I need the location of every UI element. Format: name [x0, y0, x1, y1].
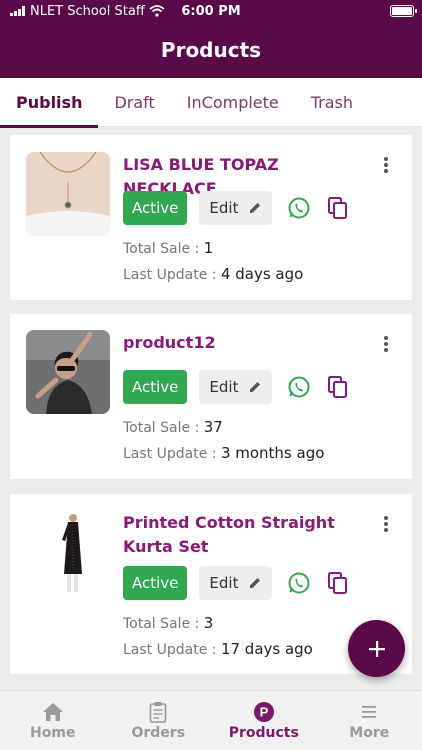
total-sale-value: 3 — [203, 614, 214, 632]
whatsapp-icon[interactable] — [287, 375, 311, 399]
total-sale-row: Total Sale : 1 — [123, 239, 213, 257]
product-card[interactable]: product12 Active Edit Total Sale : 37 La… — [10, 314, 412, 479]
pencil-icon — [250, 578, 261, 588]
product-card[interactable]: LISA BLUE TOPAZ NECKLACE Active Edit Tot… — [10, 135, 412, 300]
battery-icon — [390, 5, 417, 17]
add-product-button[interactable] — [348, 620, 405, 677]
total-sale-value: 37 — [203, 418, 223, 436]
carrier-name: NLET School Staff — [30, 3, 145, 19]
total-sale-label: Total Sale : — [123, 616, 200, 632]
svg-text:P: P — [259, 704, 268, 719]
home-icon — [41, 701, 65, 723]
edit-button[interactable]: Edit — [199, 191, 273, 225]
tab-publish[interactable]: Publish — [0, 78, 99, 128]
nav-products[interactable]: P Products — [211, 691, 317, 750]
copy-icon[interactable] — [327, 196, 349, 220]
total-sale-label: Total Sale : — [123, 241, 200, 257]
copy-icon[interactable] — [327, 375, 349, 399]
whatsapp-icon[interactable] — [287, 571, 311, 595]
product-thumbnail[interactable] — [26, 152, 110, 236]
product-name[interactable]: Printed Cotton Straight Kurta Set — [123, 511, 366, 559]
last-update-row: Last Update : 3 months ago — [123, 444, 324, 462]
status-active-button[interactable]: Active — [123, 566, 188, 600]
nav-home[interactable]: Home — [0, 691, 106, 750]
whatsapp-icon[interactable] — [287, 196, 311, 220]
nav-orders-label: Orders — [131, 724, 186, 741]
tab-incomplete[interactable]: InComplete — [171, 78, 295, 127]
total-sale-row: Total Sale : 37 — [123, 418, 223, 436]
signal-icon — [10, 6, 25, 16]
edit-button[interactable]: Edit — [199, 370, 273, 404]
nav-home-label: Home — [30, 724, 76, 741]
status-active-button[interactable]: Active — [123, 191, 188, 225]
page-title: Products — [160, 38, 262, 62]
wifi-icon — [149, 5, 165, 17]
app-bar: Products — [0, 22, 422, 78]
product-thumbnail[interactable] — [26, 510, 110, 594]
last-update-row: Last Update : 4 days ago — [123, 265, 303, 283]
product-actions: Active Edit — [123, 370, 349, 404]
bottom-nav: Home Orders P Products More — [0, 690, 422, 750]
status-bar: NLET School Staff 6:00 PM — [0, 0, 422, 22]
nav-products-label: Products — [228, 724, 299, 741]
edit-label: Edit — [209, 378, 239, 396]
last-update-value: 3 months ago — [220, 444, 325, 462]
total-sale-label: Total Sale : — [123, 420, 200, 436]
product-thumbnail[interactable] — [26, 330, 110, 414]
total-sale-value: 1 — [203, 239, 214, 257]
plus-icon — [368, 640, 385, 657]
total-sale-row: Total Sale : 3 — [123, 614, 213, 632]
carrier-info: NLET School Staff — [10, 4, 165, 19]
product-actions: Active Edit — [123, 191, 349, 225]
last-update-label: Last Update : — [123, 642, 217, 658]
tab-bar: Publish Draft InComplete Trash — [0, 78, 422, 128]
nav-more[interactable]: More — [317, 691, 422, 750]
product-p-icon: P — [252, 701, 276, 723]
edit-label: Edit — [209, 574, 239, 592]
tab-draft[interactable]: Draft — [98, 78, 170, 127]
last-update-value: 4 days ago — [220, 265, 304, 283]
more-options-icon[interactable] — [378, 334, 394, 354]
status-active-button[interactable]: Active — [123, 370, 188, 404]
edit-button[interactable]: Edit — [199, 566, 273, 600]
more-options-icon[interactable] — [378, 155, 394, 175]
product-name[interactable]: product12 — [123, 331, 366, 355]
pencil-icon — [250, 382, 261, 392]
last-update-label: Last Update : — [123, 267, 217, 283]
nav-more-label: More — [349, 724, 390, 741]
menu-icon — [357, 701, 381, 723]
last-update-value: 17 days ago — [220, 640, 313, 658]
tab-trash[interactable]: Trash — [295, 78, 369, 127]
clipboard-icon — [146, 701, 170, 723]
edit-label: Edit — [209, 199, 239, 217]
nav-orders[interactable]: Orders — [106, 691, 212, 750]
last-update-row: Last Update : 17 days ago — [123, 640, 313, 658]
more-options-icon[interactable] — [378, 514, 394, 534]
copy-icon[interactable] — [327, 571, 349, 595]
last-update-label: Last Update : — [123, 446, 217, 462]
product-actions: Active Edit — [123, 566, 349, 600]
pencil-icon — [250, 203, 261, 213]
